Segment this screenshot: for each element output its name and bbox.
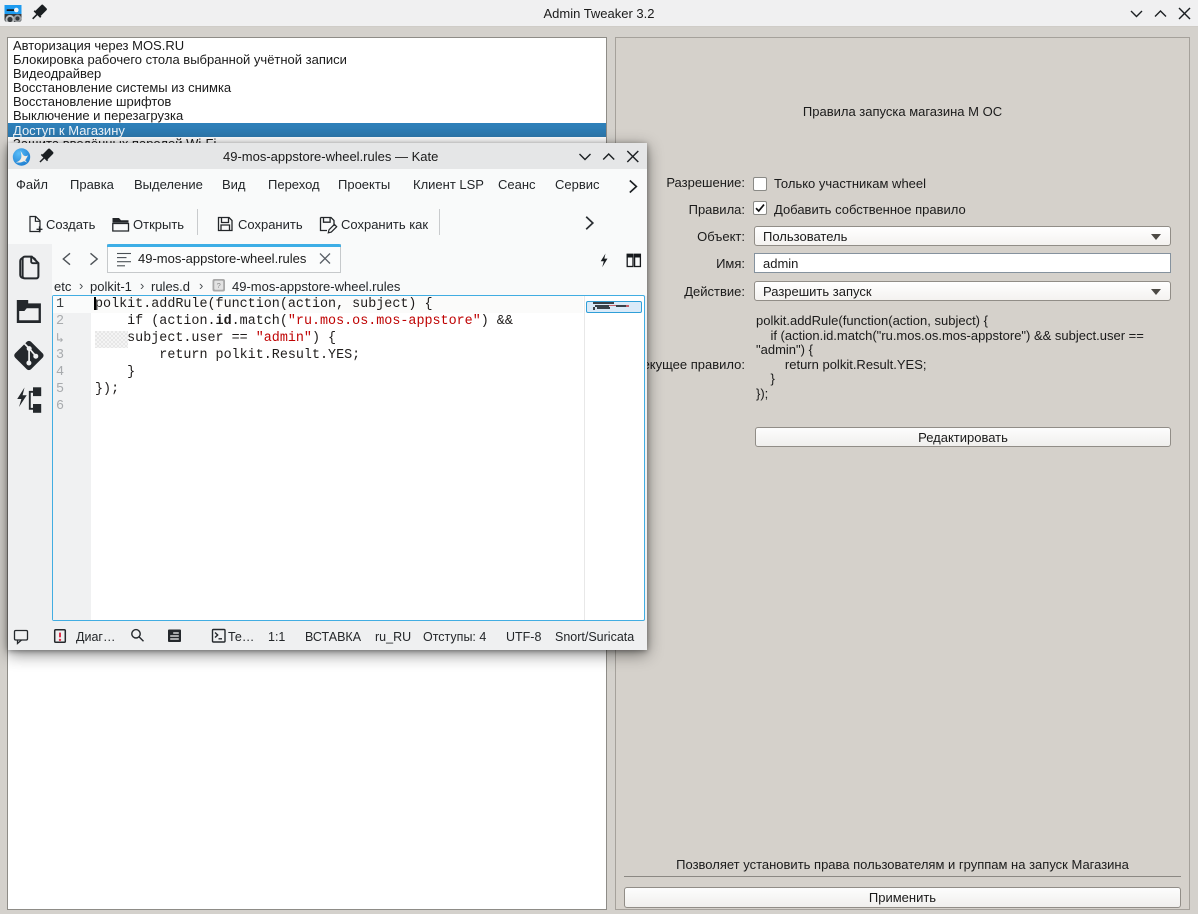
- svg-text:?: ?: [217, 281, 221, 290]
